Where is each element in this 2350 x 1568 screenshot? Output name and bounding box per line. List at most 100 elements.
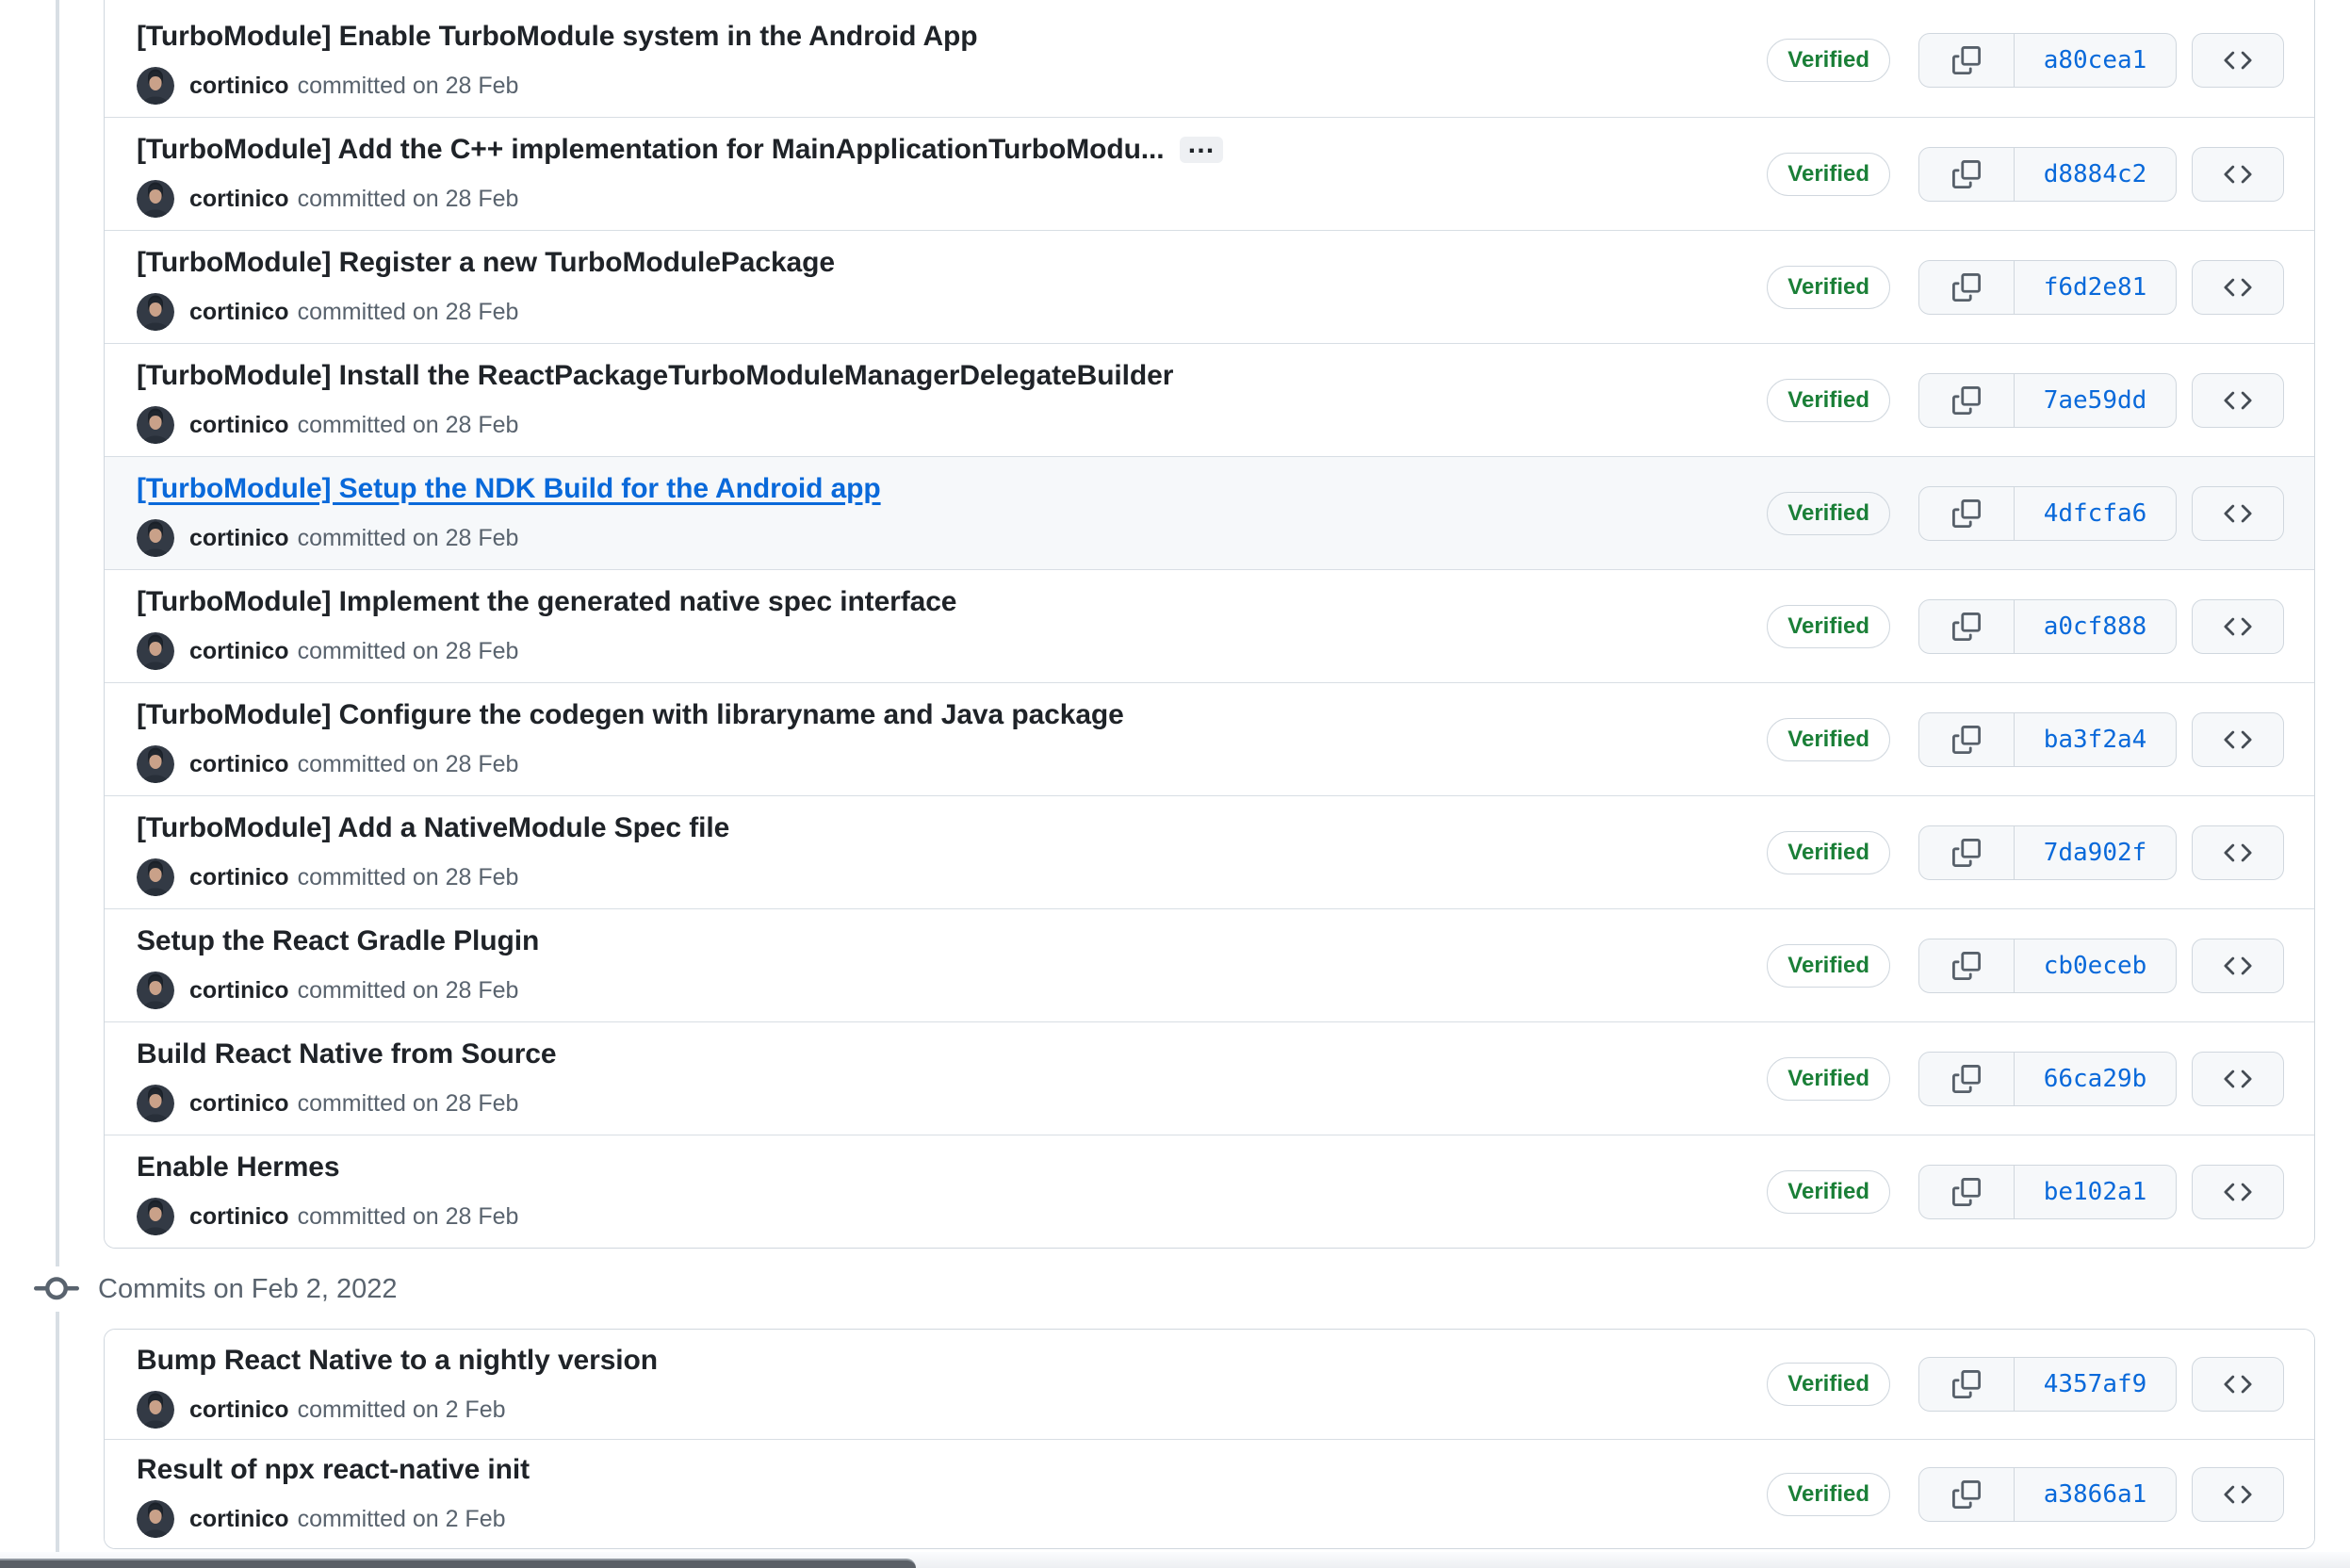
- avatar[interactable]: [137, 293, 174, 331]
- commit-author-link[interactable]: cortinico: [189, 519, 289, 557]
- commit-title-link[interactable]: [TurboModule] Add a NativeModule Spec fi…: [137, 808, 729, 848]
- browse-code-button[interactable]: [2192, 825, 2284, 880]
- commit-title-link[interactable]: [TurboModule] Register a new TurboModule…: [137, 243, 835, 283]
- copy-sha-button[interactable]: [1919, 713, 2014, 766]
- avatar[interactable]: [137, 858, 174, 896]
- commit-author-link[interactable]: cortinico: [189, 406, 289, 444]
- commit-date-text: committed on 28 Feb: [297, 299, 519, 325]
- commit-title-link[interactable]: Enable Hermes: [137, 1148, 340, 1187]
- commit-author-link[interactable]: cortinico: [189, 1391, 289, 1429]
- commit-title-link[interactable]: Result of npx react-native init: [137, 1450, 530, 1490]
- commit-author-link[interactable]: cortinico: [189, 180, 289, 218]
- verified-badge[interactable]: Verified: [1767, 491, 1890, 535]
- copy-sha-button[interactable]: [1919, 261, 2014, 314]
- commit-author-link[interactable]: cortinico: [189, 1500, 289, 1538]
- commit-sha-link[interactable]: 4357af9: [2014, 1358, 2176, 1411]
- commit-author-link[interactable]: cortinico: [189, 858, 289, 896]
- verified-badge[interactable]: Verified: [1767, 265, 1890, 309]
- verified-badge[interactable]: Verified: [1767, 1169, 1890, 1214]
- verified-badge[interactable]: Verified: [1767, 1056, 1890, 1101]
- commit-sha-link[interactable]: ba3f2a4: [2014, 712, 2176, 766]
- verified-badge[interactable]: Verified: [1767, 152, 1890, 196]
- avatar[interactable]: [137, 406, 174, 444]
- copy-sha-button[interactable]: [1919, 600, 2014, 653]
- commit-title-link[interactable]: Bump React Native to a nightly version: [137, 1341, 658, 1380]
- copy-sha-button[interactable]: [1919, 1166, 2014, 1218]
- verified-badge[interactable]: Verified: [1767, 943, 1890, 988]
- copy-sha-button[interactable]: [1919, 374, 2014, 427]
- avatar[interactable]: [137, 66, 174, 105]
- commit-sha-link[interactable]: a80cea1: [2014, 34, 2176, 87]
- commit-title-link[interactable]: [TurboModule] Enable TurboModule system …: [137, 17, 978, 57]
- copy-sha-button[interactable]: [1919, 34, 2014, 87]
- copy-icon: [1952, 272, 1981, 302]
- commit-title-link[interactable]: [TurboModule] Setup the NDK Build for th…: [137, 469, 881, 509]
- browse-code-button[interactable]: [2192, 485, 2284, 541]
- verified-badge[interactable]: Verified: [1767, 830, 1890, 874]
- browse-code-button[interactable]: [2192, 938, 2284, 993]
- commit-author-link[interactable]: cortinico: [189, 972, 289, 1009]
- commit-author-link[interactable]: cortinico: [189, 67, 289, 105]
- commit-sha-link[interactable]: a3866a1: [2014, 1467, 2176, 1521]
- verified-badge[interactable]: Verified: [1767, 717, 1890, 761]
- avatar[interactable]: [137, 972, 174, 1009]
- avatar[interactable]: [137, 1198, 174, 1235]
- copy-sha-button[interactable]: [1919, 1358, 2014, 1411]
- browse-code-button[interactable]: [2192, 598, 2284, 654]
- commit-title-link[interactable]: Setup the React Gradle Plugin: [137, 922, 539, 961]
- expand-commit-message-button[interactable]: …: [1179, 130, 1223, 163]
- copy-sha-button[interactable]: [1919, 1468, 2014, 1521]
- commit-sha-link[interactable]: 7ae59dd: [2014, 373, 2176, 427]
- commit-sha-link[interactable]: cb0eceb: [2014, 939, 2176, 992]
- browse-code-button[interactable]: [2192, 711, 2284, 767]
- commit-sha-link[interactable]: 66ca29b: [2014, 1052, 2176, 1105]
- browse-code-button[interactable]: [2192, 146, 2284, 202]
- browse-code-button[interactable]: [2192, 1357, 2284, 1412]
- verified-badge[interactable]: Verified: [1767, 378, 1890, 422]
- browse-code-button[interactable]: [2192, 33, 2284, 88]
- commit-row-actions: Verified be102a1: [1767, 1164, 2284, 1219]
- copy-sha-button[interactable]: [1919, 148, 2014, 201]
- avatar[interactable]: [137, 1085, 174, 1122]
- avatar[interactable]: [137, 180, 174, 218]
- browse-code-button[interactable]: [2192, 1051, 2284, 1106]
- copy-sha-button[interactable]: [1919, 939, 2014, 992]
- commit-sha-link[interactable]: d8884c2: [2014, 147, 2176, 201]
- commit-row: [TurboModule] Implement the generated na…: [105, 569, 2314, 682]
- avatar[interactable]: [137, 519, 174, 557]
- commit-title-link[interactable]: [TurboModule] Add the C++ implementation…: [137, 130, 1165, 170]
- browse-code-button[interactable]: [2192, 259, 2284, 315]
- verified-badge[interactable]: Verified: [1767, 39, 1890, 82]
- browse-code-button[interactable]: [2192, 372, 2284, 428]
- commit-author-link[interactable]: cortinico: [189, 1085, 289, 1122]
- commit-author-link[interactable]: cortinico: [189, 1198, 289, 1235]
- copy-sha-button[interactable]: [1919, 1053, 2014, 1105]
- commit-sha-link[interactable]: be102a1: [2014, 1165, 2176, 1218]
- sha-button-group: a0cf888: [1918, 598, 2177, 654]
- avatar[interactable]: [137, 1390, 174, 1429]
- avatar[interactable]: [137, 745, 174, 783]
- commit-title-link[interactable]: [TurboModule] Install the ReactPackageTu…: [137, 356, 1173, 396]
- commit-author-link[interactable]: cortinico: [189, 745, 289, 783]
- copy-sha-button[interactable]: [1919, 487, 2014, 540]
- browse-code-button[interactable]: [2192, 1466, 2284, 1522]
- commit-sha-link[interactable]: f6d2e81: [2014, 260, 2176, 314]
- commit-row-actions: Verified d8884c2: [1767, 146, 2284, 202]
- verified-badge[interactable]: Verified: [1767, 1472, 1890, 1516]
- commit-author-link[interactable]: cortinico: [189, 293, 289, 331]
- commit-author-link[interactable]: cortinico: [189, 632, 289, 670]
- copy-sha-button[interactable]: [1919, 826, 2014, 879]
- commit-title-link[interactable]: [TurboModule] Implement the generated na…: [137, 582, 956, 622]
- commit-title-link[interactable]: [TurboModule] Configure the codegen with…: [137, 695, 1124, 735]
- browse-code-button[interactable]: [2192, 1164, 2284, 1219]
- avatar[interactable]: [137, 1500, 174, 1538]
- commit-row-actions: Verified f6d2e81: [1767, 259, 2284, 315]
- commit-sha-link[interactable]: a0cf888: [2014, 599, 2176, 653]
- commit-sha-link[interactable]: 4dfcfa6: [2014, 486, 2176, 540]
- commit-title-link[interactable]: Build React Native from Source: [137, 1035, 557, 1074]
- commit-meta: cortinico committed on 28 Feb: [137, 66, 978, 105]
- avatar[interactable]: [137, 632, 174, 670]
- commit-sha-link[interactable]: 7da902f: [2014, 825, 2176, 879]
- verified-badge[interactable]: Verified: [1767, 1363, 1890, 1406]
- verified-badge[interactable]: Verified: [1767, 604, 1890, 648]
